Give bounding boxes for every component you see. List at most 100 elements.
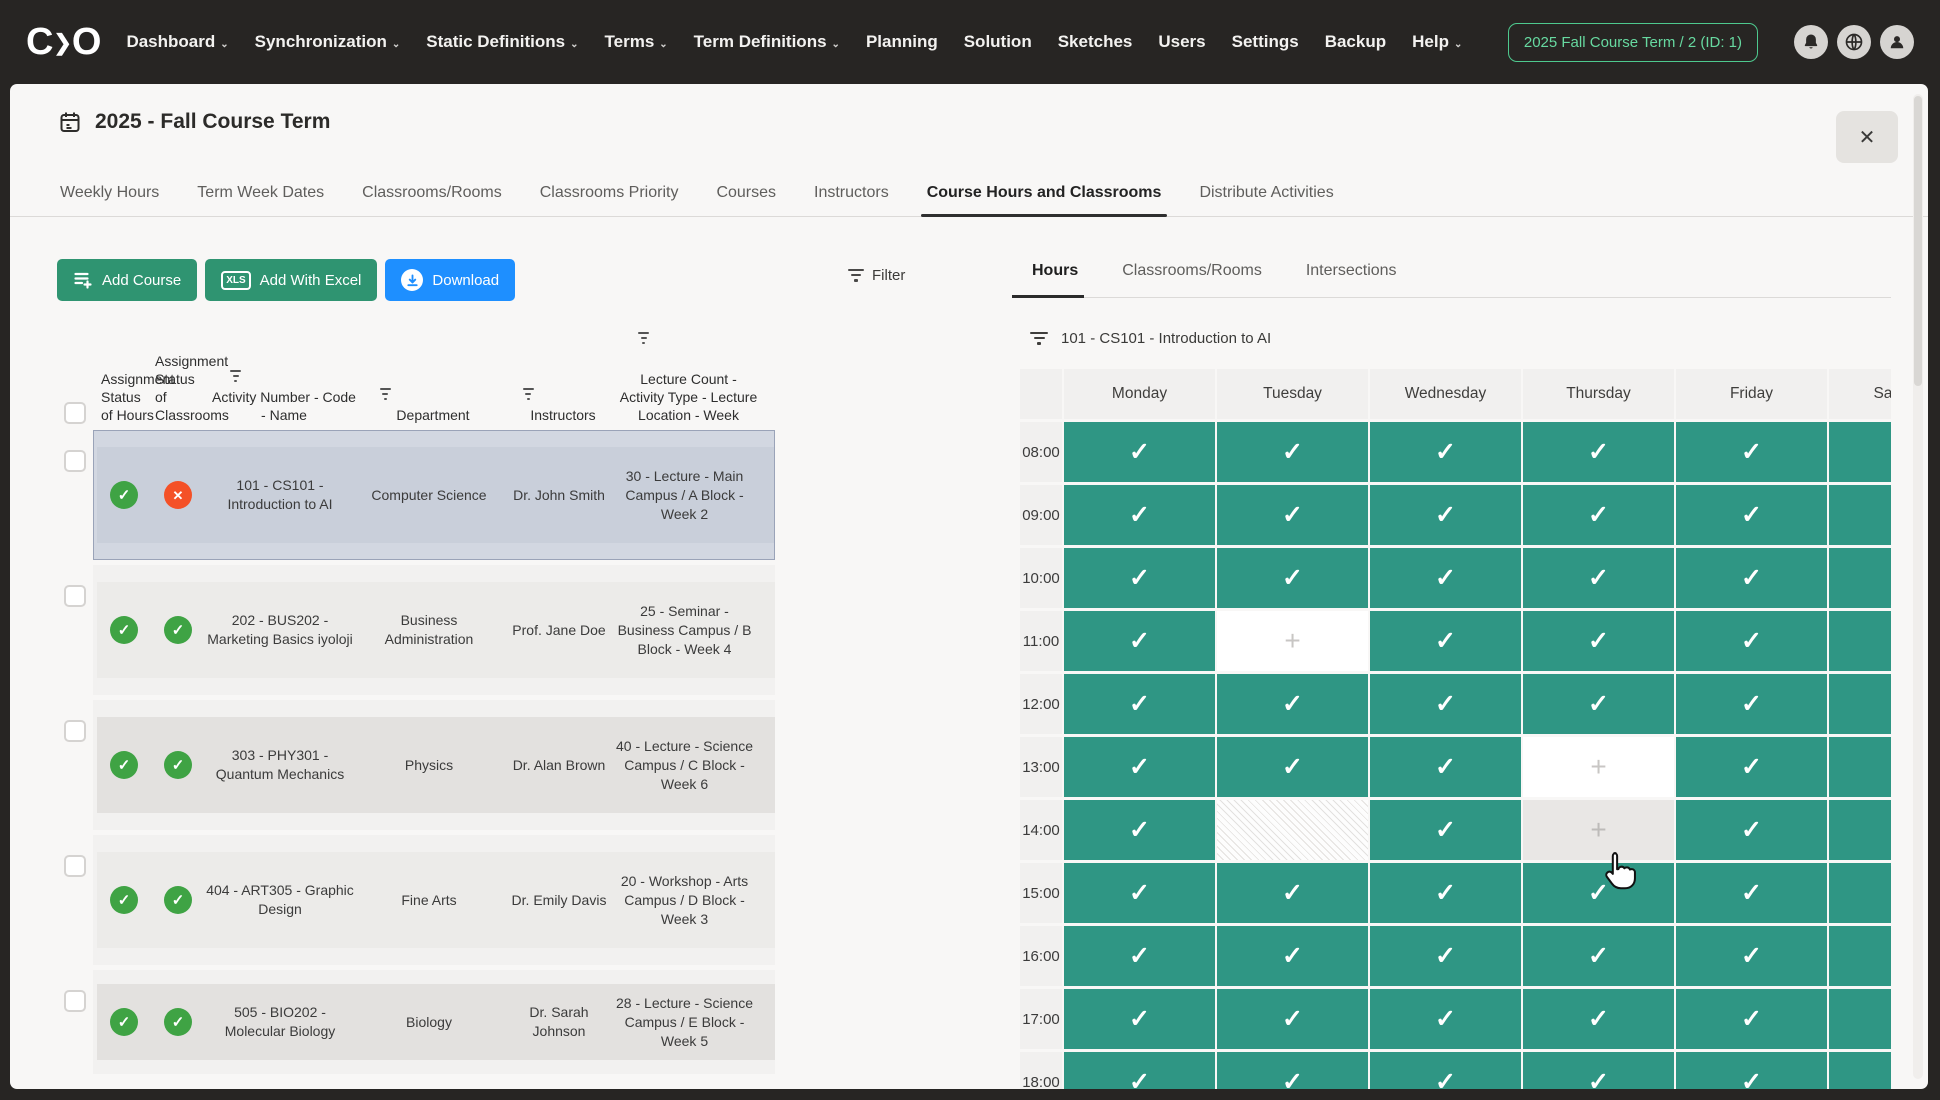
schedule-cell-available[interactable]: ✓ (1217, 989, 1368, 1049)
schedule-cell-available[interactable]: ✓ (1829, 863, 1891, 923)
nav-item-backup[interactable]: Backup (1325, 32, 1386, 52)
schedule-cell-available[interactable]: ✓ (1370, 548, 1521, 608)
row-card[interactable]: ✓✓505 - BIO202 - Molecular BiologyBiolog… (97, 984, 775, 1060)
schedule-cell-available[interactable]: ✓ (1370, 611, 1521, 671)
schedule-cell-available[interactable]: ✓ (1370, 485, 1521, 545)
row-checkbox[interactable] (64, 990, 86, 1012)
tab-classrooms-rooms[interactable]: Classrooms/Rooms (1122, 260, 1262, 297)
row-checkbox[interactable] (64, 720, 86, 742)
schedule-cell-available[interactable]: ✓ (1676, 926, 1827, 986)
nav-item-dashboard[interactable]: Dashboard⌄ (126, 32, 228, 52)
schedule-cell-available[interactable]: ✓ (1523, 674, 1674, 734)
column-header-6[interactable]: Lecture Count - Activity Type - Lecture … (619, 370, 758, 426)
schedule-cell-available[interactable]: ✓ (1829, 611, 1891, 671)
tab-course-hours-and-classrooms[interactable]: Course Hours and Classrooms (925, 180, 1164, 216)
schedule-cell-available[interactable]: ✓ (1829, 485, 1891, 545)
row-checkbox[interactable] (64, 450, 86, 472)
schedule-cell-available[interactable]: ✓ (1064, 485, 1215, 545)
schedule-cell-blocked[interactable] (1217, 800, 1368, 860)
row-card[interactable]: ✓✓404 - ART305 - Graphic DesignFine Arts… (97, 852, 775, 948)
select-all-checkbox[interactable] (64, 402, 86, 424)
schedule-cell-available[interactable]: ✓ (1217, 926, 1368, 986)
schedule-cell-available[interactable]: ✓ (1217, 737, 1368, 797)
column-filter-icon[interactable] (523, 388, 534, 400)
tab-courses[interactable]: Courses (714, 180, 778, 216)
schedule-cell-available[interactable]: ✓ (1676, 548, 1827, 608)
schedule-cell-available[interactable]: ✓ (1064, 800, 1215, 860)
tab-intersections[interactable]: Intersections (1306, 260, 1397, 297)
schedule-cell-available[interactable]: ✓ (1676, 485, 1827, 545)
schedule-cell-available[interactable]: ✓ (1523, 422, 1674, 482)
schedule-cell-available[interactable]: ✓ (1829, 800, 1891, 860)
schedule-filter[interactable]: 101 - CS101 - Introduction to AI (1030, 330, 1891, 347)
schedule-cell-available[interactable]: ✓ (1217, 674, 1368, 734)
nav-item-solution[interactable]: Solution (964, 32, 1032, 52)
nav-item-settings[interactable]: Settings (1232, 32, 1299, 52)
row-card[interactable]: ✓✓202 - BUS202 - Marketing Basics iyoloj… (97, 582, 775, 678)
schedule-cell-available[interactable]: ✓ (1370, 926, 1521, 986)
schedule-cell-available[interactable]: ✓ (1829, 674, 1891, 734)
schedule-cell-available[interactable]: ✓ (1064, 548, 1215, 608)
schedule-cell-available[interactable]: ✓ (1064, 422, 1215, 482)
schedule-cell-available[interactable]: ✓ (1523, 1052, 1674, 1089)
schedule-cell-available[interactable]: ✓ (1064, 863, 1215, 923)
add-course-button[interactable]: Add Course (57, 259, 197, 301)
schedule-cell-available[interactable]: ✓ (1829, 422, 1891, 482)
column-header-1[interactable]: Assignment Status of Hours (101, 370, 155, 426)
schedule-cell-available[interactable]: ✓ (1217, 422, 1368, 482)
tab-distribute-activities[interactable]: Distribute Activities (1197, 180, 1335, 216)
column-header-3[interactable]: Activity Number - Code - Name (209, 388, 359, 426)
schedule-cell-available[interactable]: ✓ (1370, 422, 1521, 482)
table-filter-button[interactable]: Filter (848, 267, 905, 284)
schedule-cell-available[interactable]: ✓ (1370, 1052, 1521, 1089)
tab-hours[interactable]: Hours (1032, 260, 1078, 297)
language-globe-icon[interactable] (1837, 25, 1871, 59)
schedule-cell-available[interactable]: ✓ (1829, 548, 1891, 608)
tab-classrooms-rooms[interactable]: Classrooms/Rooms (360, 180, 504, 216)
download-button[interactable]: Download (385, 259, 515, 301)
schedule-cell-available[interactable]: ✓ (1523, 863, 1674, 923)
course-row[interactable]: ✓✓303 - PHY301 - Quantum MechanicsPhysic… (60, 700, 775, 830)
schedule-cell-available[interactable]: ✓ (1064, 611, 1215, 671)
schedule-cell-available[interactable]: ✓ (1523, 548, 1674, 608)
close-button[interactable]: ✕ (1836, 111, 1898, 163)
nav-item-users[interactable]: Users (1158, 32, 1205, 52)
nav-item-term-definitions[interactable]: Term Definitions⌄ (694, 32, 840, 52)
course-row[interactable]: ✓✓505 - BIO202 - Molecular BiologyBiolog… (60, 970, 775, 1074)
schedule-cell-available[interactable]: ✓ (1064, 1052, 1215, 1089)
schedule-cell-available[interactable]: ✓ (1523, 485, 1674, 545)
course-row[interactable]: ✓✓202 - BUS202 - Marketing Basics iyoloj… (60, 565, 775, 695)
schedule-cell-available[interactable]: ✓ (1064, 926, 1215, 986)
course-row[interactable]: ✓✓404 - ART305 - Graphic DesignFine Arts… (60, 835, 775, 965)
column-filter-icon[interactable] (380, 388, 391, 400)
app-logo[interactable]: C❯O (26, 21, 100, 64)
column-header-5[interactable]: Instructors (507, 406, 619, 426)
tab-term-week-dates[interactable]: Term Week Dates (195, 180, 326, 216)
schedule-cell-available[interactable]: ✓ (1676, 674, 1827, 734)
nav-item-sketches[interactable]: Sketches (1058, 32, 1133, 52)
schedule-cell-available[interactable]: ✓ (1676, 737, 1827, 797)
card-scrollbar[interactable] (1913, 94, 1923, 1079)
schedule-cell-hover[interactable]: + (1523, 800, 1674, 860)
nav-item-static-definitions[interactable]: Static Definitions⌄ (426, 32, 578, 52)
schedule-cell-available[interactable]: ✓ (1829, 1052, 1891, 1089)
schedule-cell-available[interactable]: ✓ (1676, 989, 1827, 1049)
tab-weekly-hours[interactable]: Weekly Hours (58, 180, 161, 216)
schedule-cell-available[interactable]: ✓ (1523, 611, 1674, 671)
schedule-cell-available[interactable]: ✓ (1064, 674, 1215, 734)
schedule-cell-empty[interactable]: + (1523, 737, 1674, 797)
schedule-cell-available[interactable]: ✓ (1370, 800, 1521, 860)
schedule-cell-available[interactable]: ✓ (1676, 863, 1827, 923)
schedule-cell-available[interactable]: ✓ (1217, 485, 1368, 545)
nav-item-planning[interactable]: Planning (866, 32, 938, 52)
nav-item-synchronization[interactable]: Synchronization⌄ (255, 32, 401, 52)
schedule-cell-available[interactable]: ✓ (1217, 863, 1368, 923)
schedule-cell-available[interactable]: ✓ (1064, 989, 1215, 1049)
schedule-cell-available[interactable]: ✓ (1829, 989, 1891, 1049)
schedule-cell-available[interactable]: ✓ (1523, 989, 1674, 1049)
active-term-badge[interactable]: 2025 Fall Course Term / 2 (ID: 1) (1508, 23, 1758, 62)
schedule-cell-available[interactable]: ✓ (1370, 737, 1521, 797)
schedule-cell-available[interactable]: ✓ (1829, 926, 1891, 986)
nav-item-help[interactable]: Help⌄ (1412, 32, 1462, 52)
column-header-4[interactable]: Department (359, 406, 507, 426)
